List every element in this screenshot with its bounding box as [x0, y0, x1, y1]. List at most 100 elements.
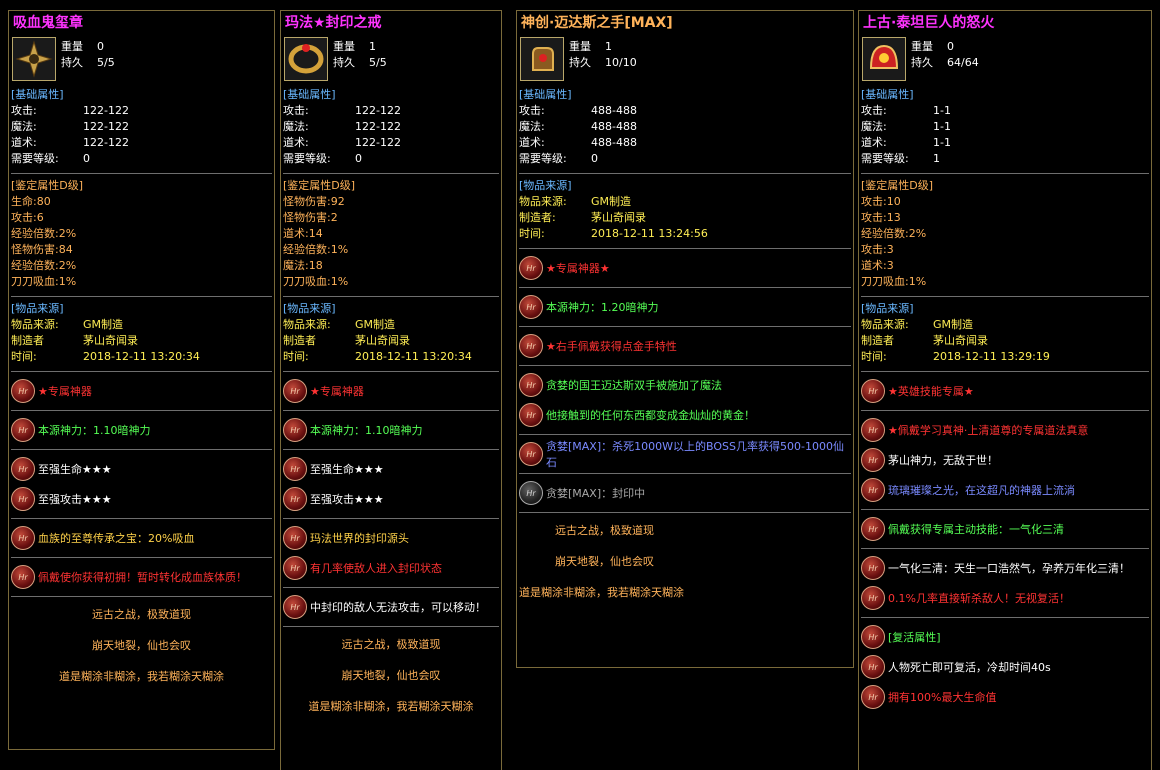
flavor-text: 崩天地裂，仙也会叹 — [555, 555, 654, 568]
skill-text: 贪婪的国王迈达斯双手被施加了魔法 — [546, 379, 722, 392]
time-value: 2018-12-11 13:20:34 — [83, 350, 200, 363]
level-value: 0 — [355, 152, 362, 165]
skill-text: 至强攻击★★★ — [310, 493, 384, 506]
magic-value: 122-122 — [83, 120, 129, 133]
level-value: 0 — [83, 152, 90, 165]
skill-orb-icon: Hr — [861, 625, 885, 649]
ident-attr: 道术:3 — [861, 259, 894, 272]
level-label: 需要等级: — [11, 152, 59, 165]
skill-orb-icon: Hr — [519, 442, 543, 466]
taoism-value: 488-488 — [591, 136, 637, 149]
item-icon-helmet — [862, 37, 906, 81]
skill-text: 贪婪[MAX]：杀死1000W以上的BOSS几率获得500-1000仙石 — [546, 440, 844, 469]
skill-text: 至强生命★★★ — [38, 463, 112, 476]
skill-text: ★右手佩戴获得点金手特性 — [546, 340, 677, 353]
ident-attr: 攻击:10 — [861, 195, 901, 208]
ident-attr: 刀刀吸血:1% — [283, 275, 349, 288]
item-icon-ring — [284, 37, 328, 81]
weight-value: 1 — [605, 40, 612, 53]
ident-header: [鉴定属性D级] — [11, 179, 84, 192]
skill-orb-icon: Hr — [283, 526, 307, 550]
flavor-text: 道是糊涂非糊涂，我若糊涂天糊涂 — [59, 670, 224, 683]
durability-label: 持久 — [333, 56, 355, 69]
durability-value: 10/10 — [605, 56, 637, 69]
skill-orb-icon: Hr — [861, 478, 885, 502]
skill-text: 一气化三清：天生一口浩然气，孕养万年化三清！ — [888, 562, 1130, 575]
skill-text: 至强生命★★★ — [310, 463, 384, 476]
skill-text: 拥有100%最大生命值 — [888, 691, 997, 704]
weight-label: 重量 — [911, 40, 933, 53]
skill-orb-icon: Hr — [861, 418, 885, 442]
base-attr-header: [基础属性] — [519, 88, 572, 101]
time-label: 时间: — [519, 227, 545, 240]
item-title: 吸血鬼玺章 — [13, 15, 83, 31]
item-tooltip-midas-hand: 神创·迈达斯之手[MAX] 重量 1 持久 10/10 [基础属性] 攻击: 488-… — [516, 10, 854, 668]
skill-text: 佩戴使你获得初拥！暂时转化成血族体质！ — [38, 571, 247, 584]
time-value: 2018-12-11 13:24:56 — [591, 227, 708, 240]
flavor-text: 崩天地裂，仙也会叹 — [341, 669, 441, 682]
source-header: [物品来源] — [283, 302, 336, 315]
weight-label: 重量 — [61, 40, 83, 53]
maker-label: 制造者 — [283, 334, 316, 347]
skill-text: ★专属神器★ — [546, 262, 610, 275]
ident-attr: 道术:14 — [283, 227, 323, 240]
weight-label: 重量 — [569, 40, 591, 53]
skill-text: 0.1%几率直接斩杀敌人！无视复活！ — [888, 592, 1070, 605]
skill-text: 至强攻击★★★ — [38, 493, 112, 506]
taoism-label: 道术: — [519, 136, 545, 149]
source-header: [物品来源] — [519, 179, 572, 192]
item-icon-seal — [12, 37, 56, 81]
skill-orb-icon: Hr — [283, 595, 307, 619]
base-attr-header: [基础属性] — [861, 88, 914, 101]
ident-attr: 生命:80 — [11, 195, 51, 208]
durability-value: 64/64 — [947, 56, 979, 69]
skill-text: 贪婪[MAX]：封印中 — [546, 487, 646, 500]
skill-orb-icon: Hr — [519, 334, 543, 358]
maker-value: 茅山奇闻录 — [83, 334, 138, 347]
skill-text: 本源神力：1.20暗神力 — [546, 301, 659, 314]
skill-orb-icon: Hr — [861, 517, 885, 541]
item-tooltip-vampire-seal: 吸血鬼玺章 重量 0 持久 5/5 [基础属性] 攻击: 122-122 魔法: 122… — [8, 10, 275, 750]
skill-text: 人物死亡即可复活，冷却时间40s — [888, 661, 1051, 674]
skill-text: 本源神力：1.10暗神力 — [38, 424, 151, 437]
skill-text: 中封印的敌人无法攻击，可以移动！ — [310, 601, 486, 614]
taoism-label: 道术: — [11, 136, 37, 149]
magic-value: 1-1 — [933, 120, 951, 133]
item-title: 玛法★封印之戒 — [285, 15, 382, 31]
skill-text: 琉璃璀璨之光，在这超凡的神器上流淌 — [888, 484, 1075, 497]
time-value: 2018-12-11 13:29:19 — [933, 350, 1050, 363]
ident-attr: 经验倍数:2% — [861, 227, 927, 240]
magic-value: 122-122 — [355, 120, 401, 133]
ident-header: [鉴定属性D级] — [283, 179, 356, 192]
skill-orb-icon: Hr — [283, 556, 307, 580]
time-label: 时间: — [11, 350, 37, 363]
flavor-text: 远古之战，极致道现 — [555, 524, 654, 537]
durability-label: 持久 — [911, 56, 933, 69]
skill-text: 玛法世界的封印源头 — [310, 532, 409, 545]
time-label: 时间: — [283, 350, 309, 363]
magic-value: 488-488 — [591, 120, 637, 133]
weight-value: 0 — [97, 40, 104, 53]
skill-orb-icon: Hr — [519, 373, 543, 397]
source-label: 物品来源: — [519, 195, 567, 208]
time-label: 时间: — [861, 350, 887, 363]
base-attr-header: [基础属性] — [283, 88, 336, 101]
maker-label: 制造者 — [11, 334, 44, 347]
taoism-value: 1-1 — [933, 136, 951, 149]
weight-label: 重量 — [333, 40, 355, 53]
source-label: 物品来源: — [283, 318, 331, 331]
item-title: 上古·泰坦巨人的怒火 — [863, 15, 995, 31]
taoism-value: 122-122 — [355, 136, 401, 149]
attack-label: 攻击: — [519, 104, 545, 117]
source-value: GM制造 — [933, 318, 974, 331]
ident-attr: 攻击:13 — [861, 211, 901, 224]
time-value: 2018-12-11 13:20:34 — [355, 350, 472, 363]
taoism-value: 122-122 — [83, 136, 129, 149]
skill-orb-icon: Hr — [11, 457, 35, 481]
skill-orb-icon: Hr — [861, 685, 885, 709]
weight-value: 0 — [947, 40, 954, 53]
skill-text: ★英雄技能专属★ — [888, 385, 974, 398]
skill-orb-icon: Hr — [861, 655, 885, 679]
skill-orb-icon: Hr — [519, 295, 543, 319]
flavor-text: 道是糊涂非糊涂，我若糊涂天糊涂 — [519, 586, 684, 599]
